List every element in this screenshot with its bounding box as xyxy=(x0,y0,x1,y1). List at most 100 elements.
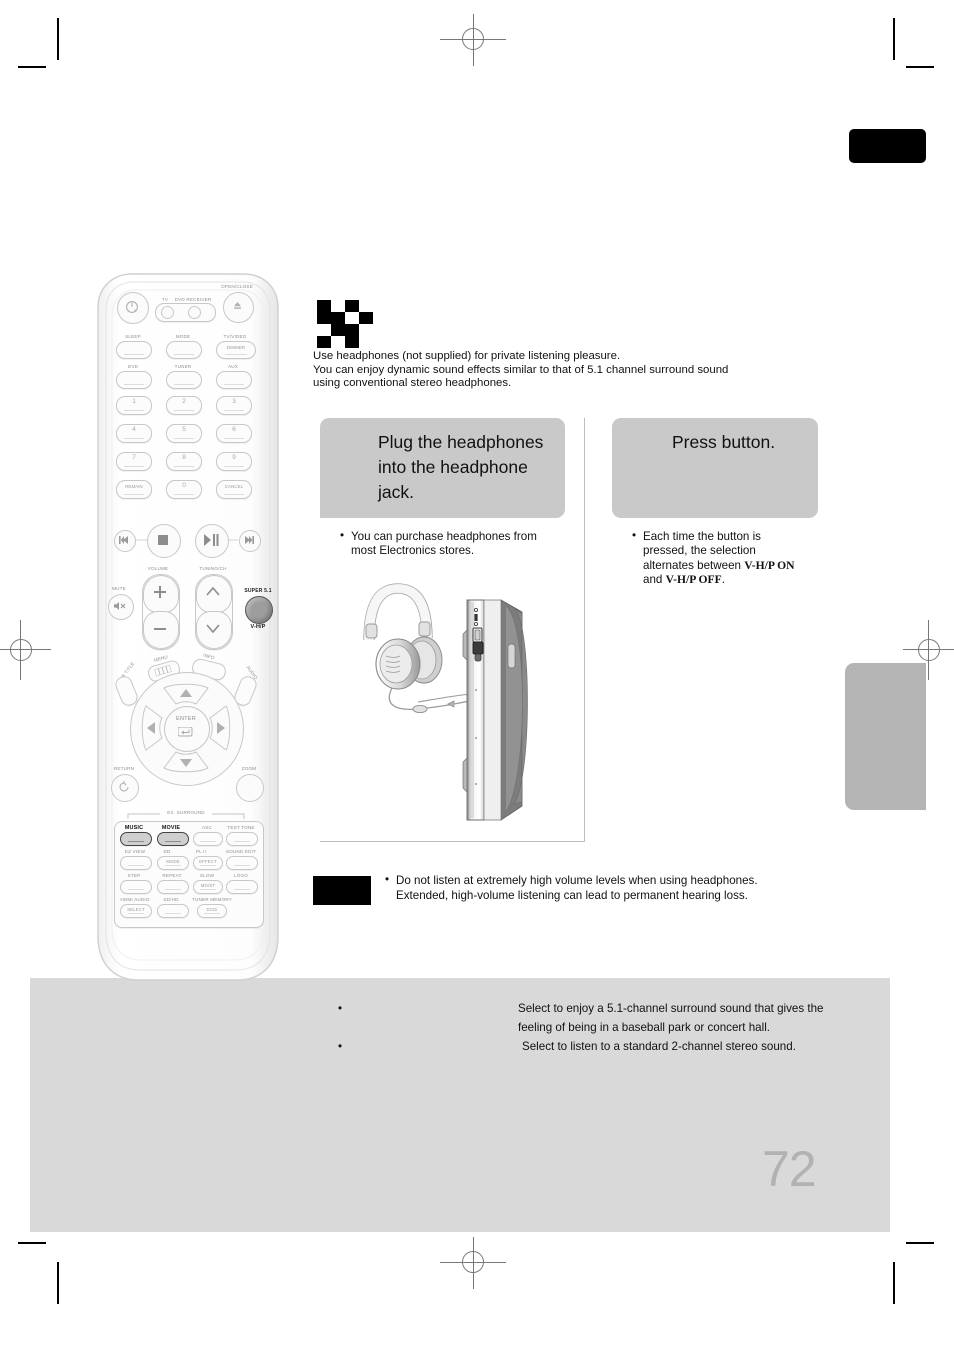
remote-movie-button[interactable] xyxy=(157,832,189,846)
remote-sd-hd-button[interactable] xyxy=(157,904,189,918)
remote-dd-mode-label: MODE xyxy=(166,859,180,864)
power-icon xyxy=(126,301,138,313)
remote-pl2-label: PL II xyxy=(195,849,207,854)
remote-key-0[interactable]: 0 xyxy=(166,480,202,499)
remote-key-4[interactable]: 4 xyxy=(116,424,152,443)
remote-music-label: MUSIC xyxy=(124,825,144,831)
remote-tv-video-label: TV/VIDEO xyxy=(223,334,247,339)
remote-key-2[interactable]: 2 xyxy=(166,396,202,415)
remote-key-6-label: 6 xyxy=(232,426,236,433)
remote-key-8-label: 8 xyxy=(182,454,186,461)
note-line-2: Extended, high-volume listening can lead… xyxy=(396,889,748,902)
remote-logo-button[interactable] xyxy=(226,880,258,894)
remote-sd-hd-label: SD/HD xyxy=(163,897,179,902)
play-pause-icon xyxy=(204,534,219,546)
previous-icon xyxy=(119,536,128,544)
chevron-up-icon xyxy=(206,587,220,596)
band-description-list: • Select to enjoy a 5.1-channel surround… xyxy=(338,1000,848,1057)
step-1-bullet: You can purchase headphones from most El… xyxy=(340,529,551,559)
remote-ez-view-button[interactable] xyxy=(120,856,152,870)
remote-dd-mode-button[interactable]: MODE xyxy=(157,856,189,870)
remote-open-close-label: OPEN/CLOSE xyxy=(221,284,253,289)
crop-mark-top-left-v xyxy=(57,18,59,60)
registration-mark-bottom xyxy=(440,1237,506,1289)
remote-vhp-button[interactable] xyxy=(245,596,273,624)
remote-tuner-button[interactable] xyxy=(166,371,202,389)
remote-select-label: SELECT xyxy=(127,907,145,912)
intro-line-3: using conventional stereo headphones. xyxy=(313,377,512,390)
remote-zoom-label: ZOOM xyxy=(241,766,257,771)
remote-key-1-label: 1 xyxy=(132,398,136,405)
remote-super51-label: SUPER 5.1 xyxy=(244,588,272,594)
remote-mo-st-button[interactable]: MO/ST xyxy=(193,880,223,894)
remote-cancel-button[interactable]: CANCEL xyxy=(216,480,252,499)
band-item-2-desc: Select to listen to a standard 2-channel… xyxy=(522,1039,796,1053)
remote-dvd-button[interactable] xyxy=(116,371,152,389)
return-arrow-icon xyxy=(119,781,129,792)
remote-tv-indicator xyxy=(161,306,174,319)
remote-enter-label: ENTER xyxy=(176,716,196,722)
remote-dvd-indicator xyxy=(188,306,201,319)
remote-sound-edit-label: SOUND EDIT xyxy=(225,849,257,854)
caution-note: Do not listen at extremely high volume l… xyxy=(313,872,833,905)
note-label-swatch xyxy=(313,876,371,905)
remote-mode-button[interactable] xyxy=(166,341,202,359)
remote-key-8[interactable]: 8 xyxy=(166,452,202,471)
remote-aux-button[interactable] xyxy=(216,371,252,389)
crop-mark-bottom-left-v xyxy=(57,1262,59,1304)
crop-mark-bottom-right-h xyxy=(906,1242,934,1244)
remote-key-7[interactable]: 7 xyxy=(116,452,152,471)
step-1: Plug the headphones into the headphone j… xyxy=(320,418,565,559)
remote-music-button[interactable] xyxy=(120,832,152,846)
remote-sleep-button[interactable] xyxy=(116,341,152,359)
remote-remain-button[interactable]: REMAIN xyxy=(116,480,152,499)
remote-repeat-label: REPEAT xyxy=(162,873,182,878)
remote-dvd-label: DVD xyxy=(127,364,139,369)
step-1-heading: Plug the headphones into the headphone j… xyxy=(320,418,565,518)
remote-asc-button[interactable] xyxy=(193,832,223,846)
remote-key-2-label: 2 xyxy=(182,398,186,405)
registration-mark-top xyxy=(440,14,506,66)
remote-dolby-digital-label: DD xyxy=(163,849,171,854)
remote-pl2-effect-button[interactable]: EFFECT xyxy=(193,856,223,870)
remote-tv-label: TV xyxy=(161,297,169,302)
remote-key-4-label: 4 xyxy=(132,426,136,433)
intro-paragraph: Use headphones (not supplied) for privat… xyxy=(313,350,783,391)
remote-test-tone-label: TEST TONE xyxy=(227,825,255,830)
remote-key-1[interactable]: 1 xyxy=(116,396,152,415)
remote-key-5-label: 5 xyxy=(182,426,186,433)
remote-slow-label: SLOW xyxy=(199,873,215,878)
remote-logo-label: LOGO xyxy=(233,873,249,878)
remote-volume-label: VOLUME xyxy=(147,566,169,571)
remote-key-5[interactable]: 5 xyxy=(166,424,202,443)
remote-tuner-memory-label: TUNER MEMORY xyxy=(191,897,233,902)
remote-hdmi-select-button[interactable]: SELECT xyxy=(120,904,152,918)
remote-key-6[interactable]: 6 xyxy=(216,424,252,443)
remote-zoom-button[interactable] xyxy=(236,774,264,802)
step-column-divider xyxy=(584,418,585,842)
remote-ex-surround-label: EX. SURROUND xyxy=(167,810,205,815)
remote-repeat-button[interactable] xyxy=(157,880,189,894)
remote-step-button[interactable] xyxy=(120,880,152,894)
section-arrow-icon xyxy=(317,300,373,348)
remote-asc-label: ASC xyxy=(201,825,213,830)
remote-sound-edit-button[interactable] xyxy=(226,856,258,870)
remote-dimmer-button[interactable]: DIMMER xyxy=(216,341,256,359)
remote-key-9[interactable]: 9 xyxy=(216,452,252,471)
remote-key-3[interactable]: 3 xyxy=(216,396,252,415)
note-bullet: Do not listen at extremely high volume l… xyxy=(385,872,833,903)
step-1-body: You can purchase headphones from most El… xyxy=(320,518,565,559)
chevron-down-icon xyxy=(206,624,220,633)
intro-line-2: You can enjoy dynamic sound effects simi… xyxy=(313,363,729,376)
remote-key-7-label: 7 xyxy=(132,454,136,461)
step-2: Press button. Each time the button is pr… xyxy=(612,418,818,588)
remote-test-tone-button[interactable] xyxy=(226,832,258,846)
step-2-bullet-bold-off: V-H/P OFF xyxy=(665,573,722,587)
remote-key-0-label: 0 xyxy=(182,482,186,489)
step-2-heading: Press button. xyxy=(612,418,818,518)
remote-tuner-label: TUNER xyxy=(174,364,192,369)
remote-dcdi-button[interactable]: DCDi xyxy=(197,904,227,918)
band-item-1-bullet: • xyxy=(338,1002,343,1015)
enter-return-icon xyxy=(178,727,193,737)
eject-icon xyxy=(234,302,241,309)
